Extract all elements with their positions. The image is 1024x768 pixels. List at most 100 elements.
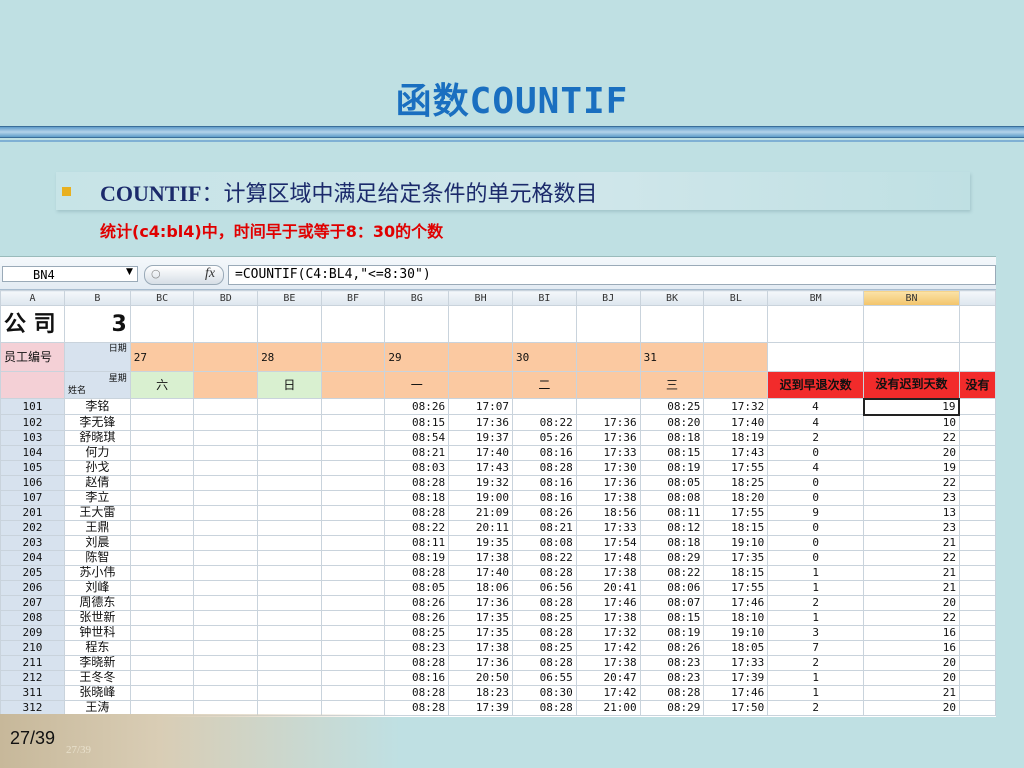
table-cell[interactable]: 08:08 <box>511 534 577 551</box>
table-cell[interactable]: 17:48 <box>575 549 641 566</box>
weekday-cell[interactable]: 三 <box>639 371 705 399</box>
cell[interactable] <box>257 305 322 343</box>
table-cell[interactable]: 20:47 <box>575 669 641 686</box>
table-cell[interactable]: 08:21 <box>511 519 577 536</box>
table-cell[interactable]: 19:35 <box>448 534 513 551</box>
cell[interactable] <box>575 342 641 372</box>
column-header[interactable]: BD <box>193 290 259 306</box>
table-cell[interactable]: 18:56 <box>575 504 641 521</box>
table-cell[interactable] <box>320 669 386 686</box>
employee-name-cell[interactable]: 张晓峰 <box>63 684 131 701</box>
table-cell[interactable]: 06:55 <box>511 669 577 686</box>
table-cell[interactable]: 08:23 <box>639 669 705 686</box>
table-cell[interactable]: 0 <box>767 474 865 491</box>
table-cell[interactable]: 08:06 <box>639 579 705 596</box>
table-cell[interactable]: 20:11 <box>448 519 513 536</box>
table-cell[interactable] <box>257 398 322 415</box>
table-cell[interactable] <box>129 429 195 446</box>
cell[interactable] <box>703 371 769 399</box>
cell[interactable] <box>958 549 996 566</box>
table-cell[interactable]: 20:41 <box>575 579 641 596</box>
table-cell[interactable]: 08:15 <box>384 414 450 431</box>
employee-name-cell[interactable]: 张世新 <box>63 609 131 626</box>
table-cell[interactable]: 17:40 <box>448 444 513 461</box>
table-cell[interactable]: 08:19 <box>639 459 705 476</box>
table-cell[interactable] <box>129 624 195 641</box>
cell[interactable] <box>958 669 996 686</box>
table-cell[interactable]: 17:38 <box>575 609 641 626</box>
table-cell[interactable]: 08:11 <box>384 534 450 551</box>
table-cell[interactable]: 17:36 <box>448 414 513 431</box>
cell[interactable] <box>958 414 996 431</box>
column-header[interactable]: BI <box>511 290 577 306</box>
table-cell[interactable] <box>320 429 386 446</box>
table-cell[interactable]: 2 <box>767 429 865 446</box>
table-cell[interactable] <box>257 654 322 671</box>
table-cell[interactable]: 08:16 <box>511 474 577 491</box>
table-cell[interactable] <box>129 504 195 521</box>
employee-id-cell[interactable]: 201 <box>0 504 65 521</box>
table-cell[interactable]: 18:06 <box>448 579 513 596</box>
cell[interactable] <box>448 342 513 372</box>
table-cell[interactable]: 08:28 <box>511 699 577 716</box>
table-cell[interactable]: 17:38 <box>575 564 641 581</box>
name-box[interactable]: BN4 <box>2 266 138 282</box>
table-cell[interactable]: 21 <box>863 534 960 551</box>
employee-id-cell[interactable]: 106 <box>0 474 65 491</box>
employee-name-cell[interactable]: 王大雷 <box>63 504 131 521</box>
table-cell[interactable]: 17:55 <box>703 504 769 521</box>
table-cell[interactable]: 17:42 <box>575 639 641 656</box>
table-cell[interactable] <box>257 459 322 476</box>
cell[interactable] <box>863 305 960 343</box>
late-early-count-header[interactable]: 迟到早退次数 <box>767 371 865 399</box>
table-cell[interactable]: 17:07 <box>448 398 513 415</box>
table-cell[interactable] <box>320 504 386 521</box>
cut-off-header[interactable]: 没有 <box>958 371 996 399</box>
table-cell[interactable]: 08:22 <box>639 564 705 581</box>
employee-name-cell[interactable]: 舒晓琪 <box>63 429 131 446</box>
table-cell[interactable]: 19 <box>863 459 960 476</box>
cell[interactable] <box>448 305 513 343</box>
cell[interactable] <box>958 594 996 611</box>
table-cell[interactable] <box>257 609 322 626</box>
employee-id-cell[interactable]: 312 <box>0 699 65 716</box>
table-cell[interactable]: 08:21 <box>384 444 450 461</box>
table-cell[interactable]: 08:54 <box>384 429 450 446</box>
table-cell[interactable]: 17:43 <box>448 459 513 476</box>
table-cell[interactable] <box>320 699 386 716</box>
table-cell[interactable]: 0 <box>767 444 865 461</box>
table-cell[interactable]: 19:37 <box>448 429 513 446</box>
table-cell[interactable] <box>257 669 322 686</box>
table-cell[interactable]: 17:46 <box>703 684 769 701</box>
table-cell[interactable]: 08:25 <box>639 398 705 415</box>
employee-name-cell[interactable]: 陈智 <box>63 549 131 566</box>
table-cell[interactable]: 20 <box>863 594 960 611</box>
table-cell[interactable]: 08:25 <box>511 609 577 626</box>
employee-id-cell[interactable]: 208 <box>0 609 65 626</box>
table-cell[interactable]: 18:23 <box>448 684 513 701</box>
weekday-cell[interactable]: 一 <box>384 371 450 399</box>
table-cell[interactable]: 18:25 <box>703 474 769 491</box>
table-cell[interactable] <box>193 429 259 446</box>
table-cell[interactable]: 17:50 <box>703 699 769 716</box>
column-header[interactable]: BE <box>257 290 322 306</box>
table-cell[interactable]: 17:42 <box>575 684 641 701</box>
table-cell[interactable]: 08:19 <box>384 549 450 566</box>
table-cell[interactable]: 17:36 <box>575 414 641 431</box>
employee-id-cell[interactable]: 212 <box>0 669 65 686</box>
table-cell[interactable] <box>320 624 386 641</box>
table-cell[interactable] <box>320 398 386 415</box>
table-cell[interactable] <box>129 398 195 415</box>
table-cell[interactable]: 17:33 <box>575 444 641 461</box>
table-cell[interactable]: 19:00 <box>448 489 513 506</box>
table-cell[interactable]: 20 <box>863 669 960 686</box>
weekday-name-header[interactable]: 星期 姓名 <box>63 371 131 399</box>
name-box-dropdown-icon[interactable]: ▼ <box>126 267 133 277</box>
table-cell[interactable] <box>257 504 322 521</box>
table-cell[interactable] <box>320 594 386 611</box>
table-cell[interactable] <box>320 609 386 626</box>
table-cell[interactable]: 17:55 <box>703 579 769 596</box>
table-cell[interactable]: 21:09 <box>448 504 513 521</box>
table-cell[interactable]: 20 <box>863 699 960 716</box>
table-cell[interactable]: 08:18 <box>384 489 450 506</box>
